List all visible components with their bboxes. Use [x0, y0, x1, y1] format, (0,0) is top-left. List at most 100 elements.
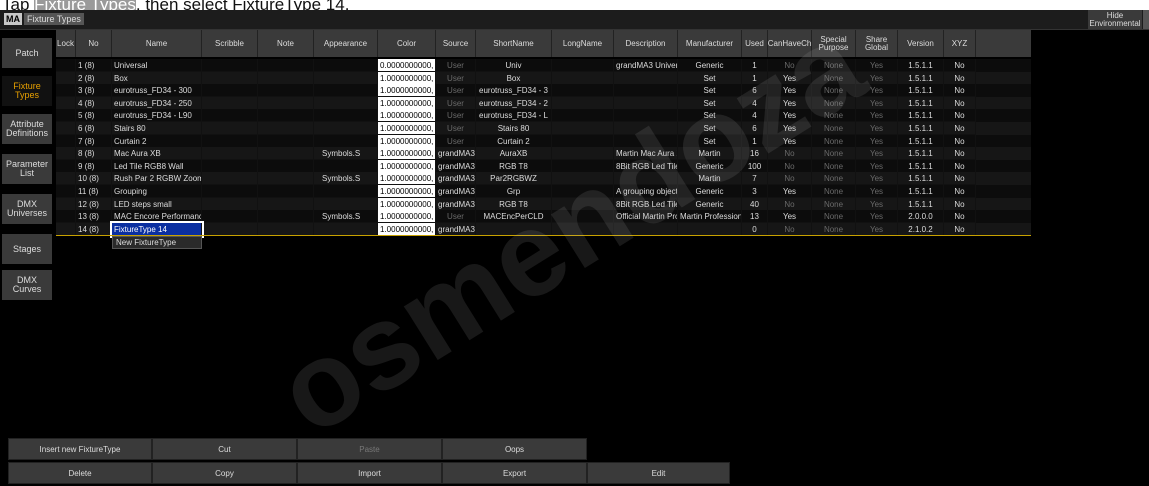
cell-canhavech[interactable]: Yes [768, 134, 812, 148]
cell-manufacturer[interactable]: Martin [678, 147, 742, 161]
cell-special-purpose[interactable]: None [812, 59, 856, 72]
cell-share-global[interactable]: Yes [856, 59, 898, 72]
column-header-source[interactable]: Source [436, 30, 476, 57]
cell-scribble[interactable] [202, 147, 258, 161]
table-row[interactable]: 8 (8) Mac Aura XB Symbols.S 1.0000000000, gr… [56, 147, 1031, 161]
cell-source[interactable]: User [436, 71, 476, 85]
cell-used[interactable]: 3 [742, 185, 768, 198]
cell-lock[interactable] [56, 134, 76, 148]
cell-note[interactable] [258, 59, 314, 72]
cell-version[interactable]: 1.5.1.1 [898, 159, 944, 173]
cell-manufacturer[interactable]: Martin [678, 172, 742, 186]
cell-version[interactable]: 1.5.1.1 [898, 109, 944, 123]
cell-description[interactable] [614, 172, 678, 186]
cell-shortname[interactable]: Univ [476, 59, 552, 72]
column-header-used[interactable]: Used [742, 30, 768, 57]
cell-appearance[interactable] [314, 71, 378, 85]
cell-longname[interactable] [552, 172, 614, 186]
cell-version[interactable]: 1.5.1.1 [898, 172, 944, 186]
cell-version[interactable]: 2.0.0.0 [898, 210, 944, 224]
cell-used[interactable]: 0 [742, 222, 768, 236]
cell-source[interactable]: User [436, 96, 476, 110]
cell-version[interactable]: 2.1.0.2 [898, 222, 944, 236]
cell-name[interactable]: Box [112, 71, 202, 85]
cell-appearance[interactable]: Symbols.S [314, 172, 378, 186]
table-row[interactable]: 14 (8) FixtureType 14 1.0000000000, grandMA… [56, 220, 1031, 238]
table-row[interactable]: 10 (8) Rush Par 2 RGBW Zoom Symbols.S 1.000… [56, 172, 1031, 186]
cell-color[interactable]: 1.0000000000, [378, 147, 436, 161]
table-row[interactable]: 5 (8) eurotruss_FD34 - L90 1.0000000000, Us… [56, 109, 1031, 123]
cell-special-purpose[interactable]: None [812, 222, 856, 236]
sidebar-item-parameter-list[interactable]: Parameter List [2, 154, 52, 184]
cell-source[interactable]: User [436, 122, 476, 135]
cell-used[interactable]: 1 [742, 59, 768, 72]
cell-version[interactable]: 1.5.1.1 [898, 147, 944, 161]
cell-no[interactable]: 2 (8) [76, 71, 112, 85]
hide-environmental-button[interactable]: Hide Environmental [1088, 10, 1142, 29]
cell-special-purpose[interactable]: None [812, 197, 856, 211]
cell-manufacturer[interactable]: Set [678, 134, 742, 148]
cell-longname[interactable] [552, 59, 614, 72]
window-options-icon[interactable] [1143, 10, 1149, 29]
cell-shortname[interactable]: AuraXB [476, 147, 552, 161]
cell-no[interactable]: 11 (8) [76, 185, 112, 198]
cell-used[interactable]: 16 [742, 147, 768, 161]
cell-special-purpose[interactable]: None [812, 159, 856, 173]
cell-source[interactable]: grandMA3 [436, 197, 476, 211]
cell-special-purpose[interactable]: None [812, 122, 856, 135]
cell-manufacturer[interactable]: Generic [678, 59, 742, 72]
cell-source[interactable]: User [436, 109, 476, 123]
column-header-longname[interactable]: LongName [552, 30, 614, 57]
cell-scribble[interactable] [202, 159, 258, 173]
cell-xyz[interactable]: No [944, 71, 976, 85]
cell-used[interactable]: 40 [742, 197, 768, 211]
cell-name[interactable]: Rush Par 2 RGBW Zoom [112, 172, 202, 186]
table-row[interactable]: 3 (8) eurotruss_FD34 - 300 1.0000000000, Us… [56, 84, 1031, 98]
cell-description[interactable] [614, 134, 678, 148]
cell-shortname[interactable]: eurotruss_FD34 - 3 [476, 84, 552, 98]
cell-name[interactable]: Led Tile RGB8 Wall [112, 159, 202, 173]
cell-version[interactable]: 1.5.1.1 [898, 59, 944, 72]
cell-manufacturer[interactable] [678, 222, 742, 236]
cell-shortname[interactable]: RGB T8 [476, 197, 552, 211]
cell-used[interactable]: 7 [742, 172, 768, 186]
column-header-canhavech[interactable]: CanHaveCh [768, 30, 812, 57]
cell-name[interactable]: Universal [112, 59, 202, 72]
column-header-shortname[interactable]: ShortName [476, 30, 552, 57]
cell-appearance[interactable] [314, 84, 378, 98]
cell-share-global[interactable]: Yes [856, 210, 898, 224]
cell-note[interactable] [258, 147, 314, 161]
cell-name[interactable]: Curtain 2 [112, 134, 202, 148]
cell-xyz[interactable]: No [944, 96, 976, 110]
cell-color[interactable]: 1.0000000000, [378, 222, 436, 236]
cell-manufacturer[interactable]: Set [678, 96, 742, 110]
cell-color[interactable]: 1.0000000000, [378, 185, 436, 198]
cell-xyz[interactable]: No [944, 147, 976, 161]
cell-note[interactable] [258, 159, 314, 173]
cell-longname[interactable] [552, 71, 614, 85]
cell-description[interactable]: 8Bit RGB Led Tile ( [614, 197, 678, 211]
cell-color[interactable]: 1.0000000000, [378, 134, 436, 148]
cell-source[interactable]: grandMA3 [436, 222, 476, 236]
cell-canhavech[interactable]: Yes [768, 122, 812, 135]
cell-color[interactable]: 1.0000000000, [378, 159, 436, 173]
cell-note[interactable] [258, 122, 314, 135]
cell-no[interactable]: 14 (8) [76, 222, 112, 236]
cell-version[interactable]: 1.5.1.1 [898, 122, 944, 135]
cell-version[interactable]: 1.5.1.1 [898, 71, 944, 85]
cell-note[interactable] [258, 109, 314, 123]
cell-share-global[interactable]: Yes [856, 84, 898, 98]
cell-color[interactable]: 1.0000000000, [378, 109, 436, 123]
cell-xyz[interactable]: No [944, 185, 976, 198]
cell-manufacturer[interactable]: Martin Professiona [678, 210, 742, 224]
cell-share-global[interactable]: Yes [856, 96, 898, 110]
cell-canhavech[interactable]: No [768, 159, 812, 173]
cell-lock[interactable] [56, 71, 76, 85]
cell-appearance[interactable]: Symbols.S [314, 210, 378, 224]
table-row[interactable]: 7 (8) Curtain 2 1.0000000000, User Curtain 2… [56, 134, 1031, 148]
cell-shortname[interactable]: Par2RGBWZ [476, 172, 552, 186]
cell-lock[interactable] [56, 159, 76, 173]
cell-longname[interactable] [552, 210, 614, 224]
cell-scribble[interactable] [202, 96, 258, 110]
cell-name[interactable]: FixtureType 14 [110, 220, 204, 238]
